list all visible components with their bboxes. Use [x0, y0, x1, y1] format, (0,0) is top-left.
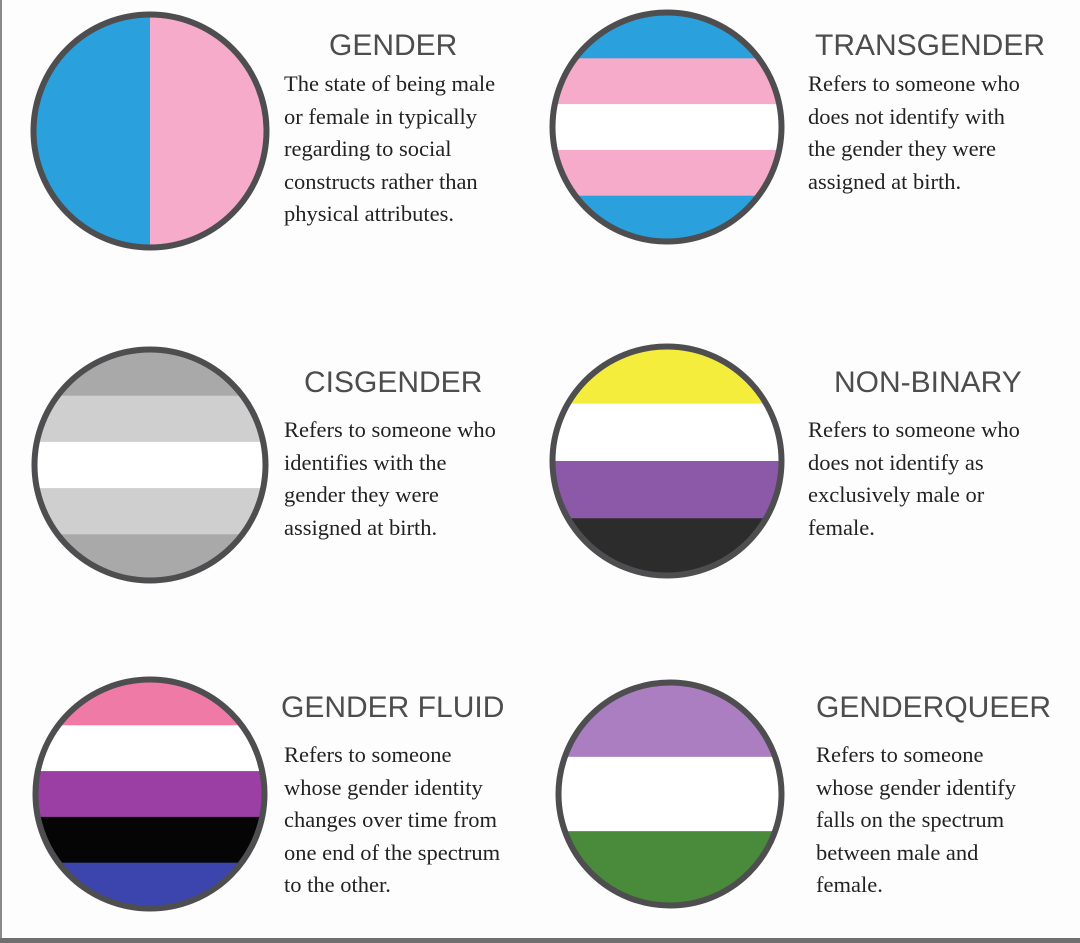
cisgender-title: CISGENDER	[304, 366, 483, 399]
gender-description: The state of being male or female in typ…	[284, 71, 496, 226]
transgender-description: Refers to someone who does not identify …	[808, 71, 1020, 194]
flag-stripe	[35, 816, 265, 864]
gender-title: GENDER	[329, 29, 458, 62]
flag-stripe	[552, 518, 782, 576]
flag-stripe	[34, 488, 266, 535]
flag-stripe	[552, 461, 782, 519]
gender-flag-icon	[30, 11, 270, 251]
flag-stripe	[34, 395, 266, 443]
bottom-border	[0, 938, 1080, 943]
non-binary-title: NON-BINARY	[834, 366, 1022, 399]
transgender-title: TRANSGENDER	[815, 29, 1046, 62]
cisgender-description: Refers to someone who identifies with th…	[284, 417, 496, 540]
flag-stripe-pink	[150, 14, 267, 248]
flag-stripe	[552, 104, 782, 151]
flag-stripe	[35, 771, 265, 818]
gender-fluid-title: GENDER FLUID	[281, 691, 505, 724]
gender-fluid-description: Refers to someone whose gender identity …	[284, 742, 501, 897]
flag-stripe	[35, 725, 265, 772]
flag-stripe	[552, 149, 782, 197]
non-binary-description: Refers to someone who does not identify …	[808, 417, 1020, 540]
flag-stripe	[34, 441, 266, 489]
genderqueer-title: GENDERQUEER	[816, 691, 1052, 724]
flag-stripe-blue	[33, 14, 151, 248]
genderqueer-description: Refers to someone whose gender identify …	[816, 742, 1016, 897]
flag-stripe	[552, 403, 782, 462]
transgender-flag-icon	[549, 9, 785, 245]
non-binary-flag-icon	[549, 343, 785, 579]
flag-stripe	[552, 346, 782, 405]
flag-stripe	[552, 58, 782, 105]
gender-fluid-flag-icon	[32, 676, 268, 912]
genderqueer-flag-icon	[555, 679, 785, 909]
flag-stripe	[558, 756, 782, 832]
left-border	[0, 0, 2, 943]
cisgender-flag-icon	[31, 346, 269, 584]
